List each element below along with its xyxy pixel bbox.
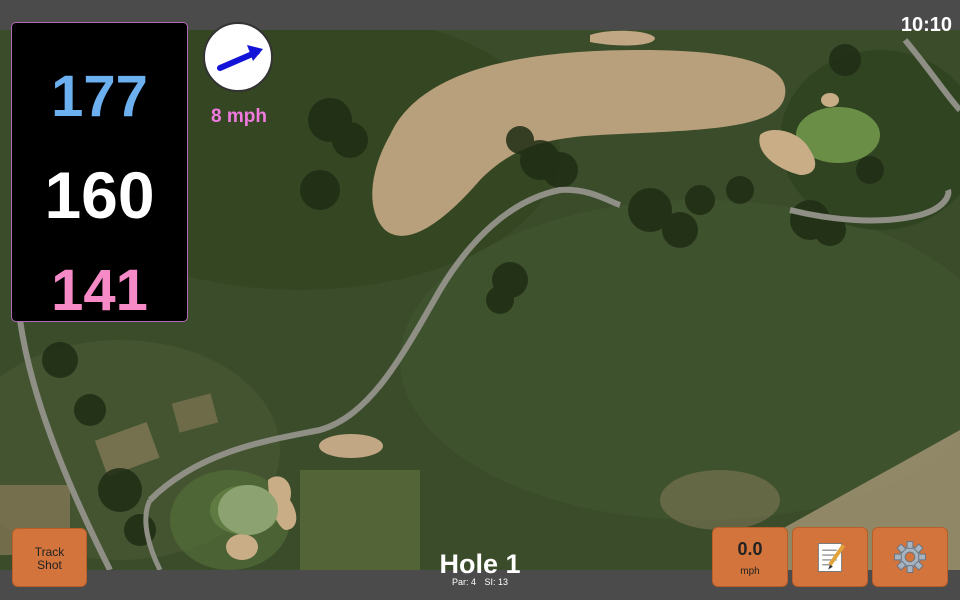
wind-speed-label: 8 mph	[211, 106, 267, 127]
distance-panel: 177 160 141	[11, 22, 188, 323]
gear-icon	[894, 541, 926, 573]
track-shot-label: Track Shot	[34, 545, 65, 572]
speed-button[interactable]: 0.0 mph	[712, 527, 788, 587]
hole-title: Hole 1	[439, 549, 521, 579]
wind-indicator	[203, 22, 273, 92]
hole-info: Par: 4 SI: 13	[380, 577, 580, 587]
track-shot-button[interactable]: Track Shot	[12, 528, 87, 587]
notes-button[interactable]	[792, 527, 868, 587]
wind-direction-arrow-icon	[217, 45, 263, 71]
front-distance: 141	[51, 258, 148, 323]
par-label: Par: 4	[451, 577, 476, 587]
clock: 10:10	[900, 14, 952, 36]
notepad-icon	[817, 542, 846, 572]
stroke-index-label: SI: 13	[484, 577, 509, 587]
speed-unit: mph	[740, 566, 760, 577]
speed-value: 0.0	[737, 539, 763, 559]
settings-button[interactable]	[872, 527, 948, 587]
back-distance: 177	[51, 64, 148, 129]
middle-distance: 160	[44, 158, 155, 232]
